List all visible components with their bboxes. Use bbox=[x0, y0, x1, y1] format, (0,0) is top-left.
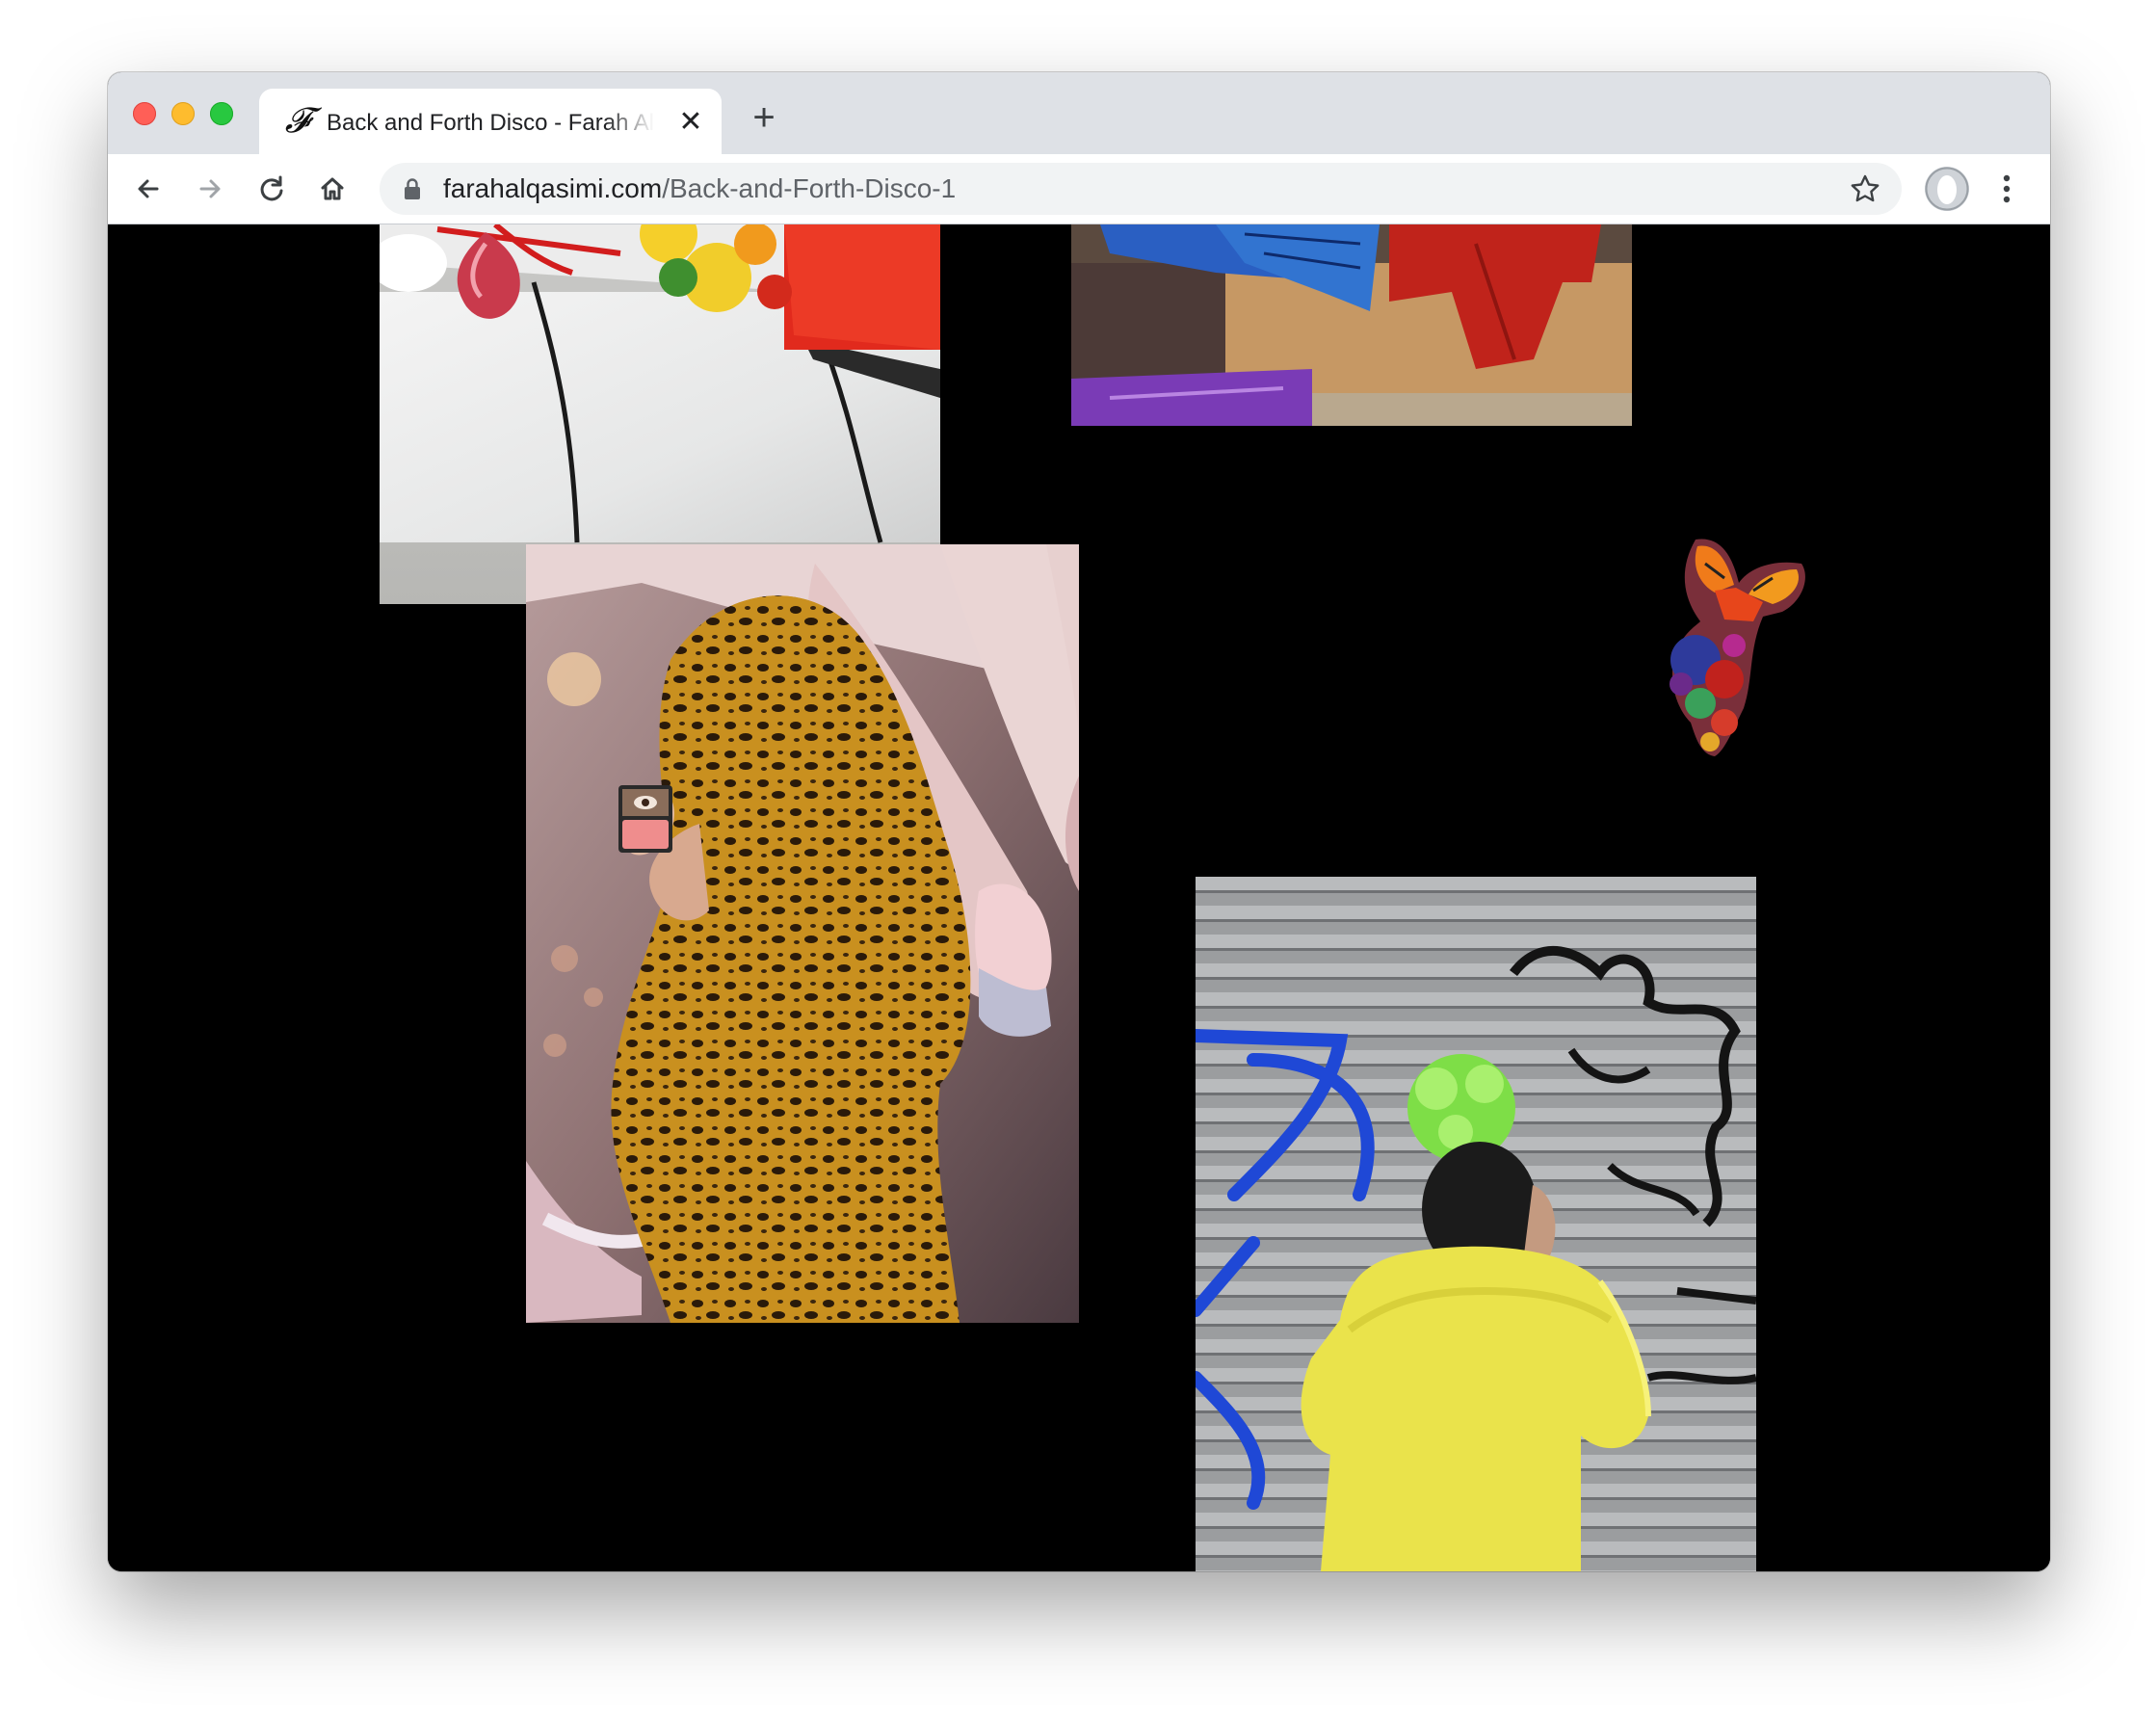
lock-icon bbox=[405, 178, 420, 199]
tab-active[interactable]: 𝓕 Back and Forth Disco - Farah Al Qasimi… bbox=[259, 89, 722, 154]
url-text[interactable]: farahalqasimi.com/Back-and-Forth-Disco-1 bbox=[443, 174, 956, 203]
page-content[interactable] bbox=[108, 224, 2050, 1571]
back-arrow-icon[interactable] bbox=[127, 168, 170, 210]
url-domain: farahalqasimi.com bbox=[443, 173, 663, 203]
photo-butterfly-cutout[interactable] bbox=[1657, 535, 1821, 761]
home-icon[interactable] bbox=[311, 168, 354, 210]
tab-title: Back and Forth Disco - Farah Al Qasimi bbox=[327, 110, 654, 136]
address-bar[interactable]: farahalqasimi.com/Back-and-Forth-Disco-1 bbox=[380, 163, 1902, 215]
profile-avatar-icon[interactable] bbox=[1925, 167, 1969, 211]
browser-toolbar: farahalqasimi.com/Back-and-Forth-Disco-1 bbox=[108, 154, 2050, 224]
close-window-button[interactable] bbox=[133, 102, 156, 125]
star-icon[interactable] bbox=[1848, 171, 1882, 206]
browser-window: 𝓕 Back and Forth Disco - Farah Al Qasimi… bbox=[108, 72, 2050, 1571]
forward-arrow-icon[interactable] bbox=[189, 168, 231, 210]
tab-close-icon[interactable]: ✕ bbox=[677, 108, 704, 137]
new-tab-button[interactable]: + bbox=[747, 98, 781, 137]
url-path: /Back-and-Forth-Disco-1 bbox=[662, 173, 957, 203]
reload-icon[interactable] bbox=[250, 168, 293, 210]
photo-fabrics[interactable] bbox=[1071, 224, 1632, 426]
zoom-window-button[interactable] bbox=[210, 102, 233, 125]
site-favicon-icon: 𝓕 bbox=[284, 101, 311, 141]
photo-leopard-hijab[interactable] bbox=[526, 544, 1079, 1323]
tab-strip: 𝓕 Back and Forth Disco - Farah Al Qasimi… bbox=[108, 72, 2050, 154]
minimize-window-button[interactable] bbox=[171, 102, 195, 125]
kebab-menu-icon[interactable] bbox=[1990, 168, 2023, 210]
photo-yellow-coat[interactable] bbox=[1196, 877, 1756, 1571]
